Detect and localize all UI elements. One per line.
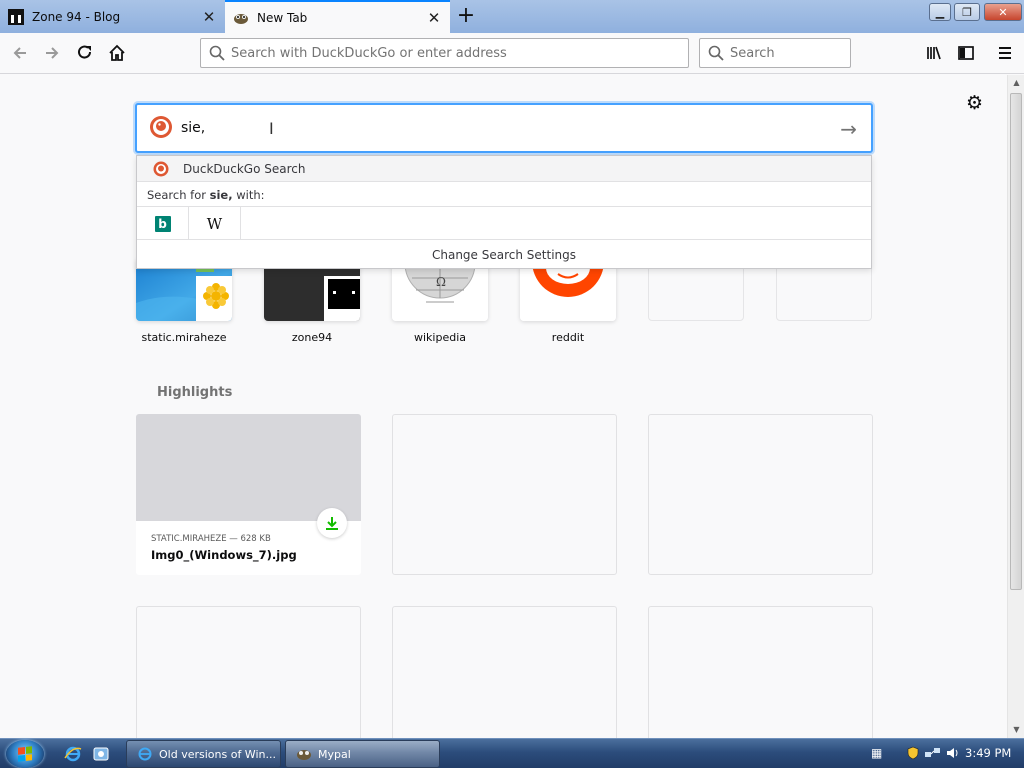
zone94-icon (8, 8, 24, 25)
top-site-label: static.miraheze (141, 331, 227, 344)
scroll-up-icon[interactable]: ▲ (1011, 77, 1022, 89)
security-shield-icon[interactable] (906, 746, 920, 763)
home-button[interactable] (105, 41, 129, 65)
highlight-empty-slot (392, 606, 617, 738)
network-icon[interactable] (924, 746, 942, 763)
hamburger-menu-icon (999, 47, 1011, 59)
highlights-heading: Highlights (157, 385, 233, 400)
change-search-settings-button[interactable]: Change Search Settings (137, 242, 871, 268)
gear-icon[interactable]: ⚙ (966, 93, 986, 113)
svg-text:Ω: Ω (436, 275, 446, 289)
scrollbar-thumb[interactable] (1010, 93, 1022, 590)
tab-title: Zone 94 - Blog (32, 9, 121, 24)
wikipedia-engine-button[interactable]: W (189, 207, 241, 240)
tab-new-tab[interactable]: New Tab ✕ (225, 0, 450, 33)
explorer-icon[interactable] (92, 745, 110, 763)
ie-icon[interactable] (64, 745, 82, 763)
sidebar-button[interactable] (954, 41, 978, 65)
wikipedia-icon: W (206, 214, 223, 233)
search-icon (708, 45, 724, 61)
mypal-icon (296, 746, 312, 762)
duckduckgo-icon (153, 161, 169, 176)
download-icon (317, 508, 347, 538)
menu-button[interactable] (993, 41, 1017, 65)
card-meta: STATIC.MIRAHEZE — 628 KB (151, 534, 271, 544)
url-bar[interactable]: Search with DuckDuckGo or enter address (200, 38, 689, 68)
close-tab-icon[interactable]: ✕ (426, 10, 442, 26)
search-query-text: sie, (181, 120, 206, 136)
highlight-empty-slot (392, 414, 617, 575)
search-bar[interactable]: Search (699, 38, 851, 68)
forward-arrow-icon (46, 47, 59, 59)
tab-title: New Tab (257, 10, 308, 25)
plus-icon[interactable]: + (455, 5, 477, 27)
search-bar-placeholder: Search (730, 45, 775, 61)
highlight-card[interactable]: STATIC.MIRAHEZE — 628 KB Img0_(Windows_7… (136, 414, 361, 575)
tab-strip: Zone 94 - Blog ✕ New Tab ✕ + ▁ ❐ ✕ (0, 0, 1024, 33)
duckduckgo-icon (149, 115, 173, 142)
navigation-toolbar: Search with DuckDuckGo or enter address … (0, 33, 1024, 74)
library-icon (927, 46, 941, 60)
home-icon (109, 44, 125, 61)
volume-icon[interactable] (946, 746, 960, 763)
close-tab-icon[interactable]: ✕ (201, 9, 217, 25)
restore-button[interactable]: ❐ (954, 3, 980, 21)
one-off-engines: b W (137, 206, 871, 240)
taskbar-item-label: Old versions of Win... (159, 747, 276, 761)
taskbar-item-label: Mypal (318, 747, 351, 761)
search-icon (209, 45, 225, 61)
bing-icon: b (154, 215, 171, 232)
suggestion-label: DuckDuckGo Search (183, 161, 306, 176)
forward-button[interactable] (40, 41, 64, 65)
reload-button[interactable] (73, 41, 97, 65)
top-site-label: wikipedia (413, 331, 466, 344)
start-button[interactable] (6, 740, 44, 768)
arrow-right-icon[interactable]: → (840, 117, 857, 141)
back-arrow-icon (13, 47, 26, 59)
search-for-with-label: Search for sie, with: (147, 188, 265, 202)
highlight-empty-slot (648, 606, 873, 738)
suggestion-row[interactable]: DuckDuckGo Search (137, 156, 871, 182)
search-suggestions-popup: DuckDuckGo Search Search for sie, with: … (136, 155, 872, 269)
vertical-scrollbar[interactable]: ▲ ▼ (1007, 75, 1024, 738)
text-cursor-icon: I (269, 119, 274, 138)
card-thumbnail (136, 414, 361, 521)
mypal-icon (233, 10, 249, 26)
newtab-search-input[interactable]: sie, I → (135, 103, 873, 153)
library-button[interactable] (922, 41, 946, 65)
taskbar-item-mypal[interactable]: Mypal (285, 740, 440, 768)
highlight-empty-slot (136, 606, 361, 738)
windows-taskbar: Old versions of Win... Mypal ▦ 3:49 PM (0, 738, 1024, 768)
minimize-button[interactable]: ▁ (929, 3, 951, 21)
sidebar-icon (958, 46, 974, 60)
windows-logo-icon (18, 746, 32, 762)
card-title: Img0_(Windows_7).jpg (151, 548, 297, 562)
reload-icon (78, 45, 92, 59)
bing-engine-button[interactable]: b (137, 207, 189, 240)
ie-icon (137, 746, 153, 762)
highlight-empty-slot (648, 414, 873, 575)
close-window-button[interactable]: ✕ (984, 3, 1022, 21)
url-bar-placeholder: Search with DuckDuckGo or enter address (231, 45, 507, 61)
new-tab-page: ⚙ static.miraheze zone94 Ω wikipedia red… (0, 75, 1007, 738)
back-button[interactable] (8, 41, 32, 65)
keyboard-icon[interactable]: ▦ (871, 746, 882, 760)
scroll-down-icon[interactable]: ▼ (1011, 724, 1022, 736)
taskbar-item-ie[interactable]: Old versions of Win... (126, 740, 281, 768)
top-site-label: reddit (551, 331, 585, 344)
tab-zone94-blog[interactable]: Zone 94 - Blog ✕ (0, 0, 225, 33)
system-clock[interactable]: 3:49 PM (965, 746, 1011, 760)
top-site-label: zone94 (291, 331, 333, 344)
